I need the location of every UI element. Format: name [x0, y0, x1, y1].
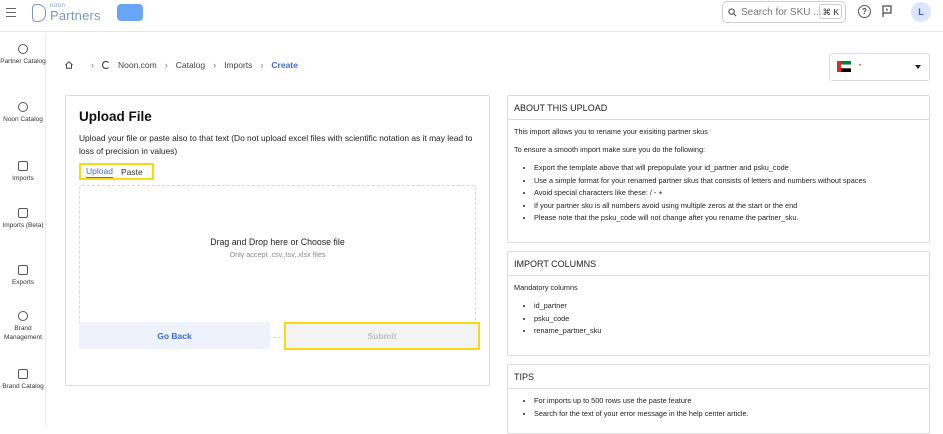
import-columns-card: IMPORT COLUMNS Mandatory columns id_part… [507, 251, 930, 356]
help-icon[interactable]: ? [858, 5, 871, 18]
sidebar-item-label: Brand Management [4, 325, 42, 341]
environment-chip[interactable] [117, 4, 143, 21]
list-item: rename_partner_sku [534, 326, 923, 335]
search-box[interactable]: ⌘ K [722, 1, 846, 23]
upload-tabs: Upload Paste [79, 163, 154, 180]
feedback-flag-icon[interactable] [881, 5, 893, 18]
tab-upload[interactable]: Upload [86, 166, 113, 178]
sidebar-item-label: Partner Catalog [0, 58, 46, 65]
sidebar-item-label: Imports [12, 175, 34, 182]
breadcrumb-item[interactable]: Imports [224, 60, 252, 70]
list-item: psku_code [534, 314, 923, 323]
logo-mark-icon [32, 3, 46, 22]
columns-title: IMPORT COLUMNS [508, 252, 929, 276]
logo[interactable]: noon Partners [32, 3, 101, 22]
tips-list: For imports up to 500 rows use the paste… [534, 396, 923, 418]
sidebar-item-label: Exports [11, 279, 35, 286]
about-upload-card: ABOUT THIS UPLOAD This import allows you… [507, 95, 930, 243]
sidebar: Partner Catalog Noon Catalog Imports Imp… [0, 33, 46, 427]
breadcrumb-item[interactable]: Noon.com [118, 60, 157, 70]
file-dropzone[interactable]: Drag and Drop here or Choose file Only a… [79, 185, 476, 338]
avatar[interactable]: L [911, 2, 931, 22]
list-item: Export the template above that will prep… [534, 163, 923, 172]
sidebar-item-brand-catalog[interactable]: Brand Catalog [0, 369, 46, 392]
shortcut-hint: ⌘ K [819, 4, 842, 19]
chevron-right-icon: › [213, 60, 217, 70]
page-title: Upload File [79, 109, 152, 124]
chevron-right-icon: › [164, 60, 168, 70]
tab-paste[interactable]: Paste [121, 167, 143, 177]
about-intro: This import allows you to rename your ex… [514, 127, 708, 136]
chevron-right-icon: › [260, 60, 264, 70]
search-icon [728, 7, 737, 16]
dropzone-text: Drag and Drop here or Choose file [210, 237, 345, 247]
brand-management-icon [18, 311, 28, 321]
menu-icon[interactable] [6, 8, 16, 18]
about-list: Export the template above that will prep… [534, 163, 923, 222]
breadcrumb-item[interactable]: Catalog [176, 60, 205, 70]
sidebar-item-imports[interactable]: Imports [0, 161, 46, 184]
list-item: Avoid special characters like these: / -… [534, 188, 923, 197]
exports-icon [18, 265, 28, 275]
sidebar-item-label: Imports (Beta) [2, 222, 44, 229]
imports-icon [18, 161, 28, 171]
logo-big-text: Partners [50, 8, 101, 23]
sidebar-item-noon-catalog[interactable]: Noon Catalog [0, 102, 46, 125]
loading-icon [102, 61, 110, 69]
catalog-icon [18, 44, 28, 54]
list-item: Please note that the psku_code will not … [534, 213, 923, 222]
upload-description: Upload your file or paste also to that t… [79, 133, 473, 156]
caret-down-icon [915, 65, 921, 69]
noon-catalog-icon [18, 102, 28, 112]
columns-lead: Mandatory columns [514, 283, 578, 292]
sidebar-item-label: Brand Catalog [2, 383, 44, 390]
sidebar-item-imports-beta[interactable]: Imports (Beta) [0, 208, 46, 231]
breadcrumb-item-current: Create [271, 60, 298, 70]
brand-catalog-icon [18, 369, 28, 379]
columns-list: id_partner psku_code rename_partner_sku [534, 301, 923, 335]
upload-file-card: Upload File Upload your file or paste al… [65, 95, 490, 386]
top-bar: noon Partners ⌘ K ? L [0, 0, 943, 32]
sidebar-item-label: Noon Catalog [3, 116, 43, 123]
breadcrumb: › Noon.com › Catalog › Imports › Create [65, 60, 298, 70]
imports-beta-icon [18, 208, 28, 218]
submit-button[interactable]: Submit [284, 322, 480, 350]
list-item: Use a simple format for your renamed par… [534, 176, 923, 185]
list-item: If your partner sku is all numbers avoid… [534, 201, 923, 210]
uae-flag-icon [837, 61, 851, 72]
dropzone-subtext: Only accept .csv,.tsv,.xlsx files [229, 250, 326, 259]
search-input[interactable] [741, 6, 821, 18]
about-lead: To ensure a smooth import make sure you … [514, 145, 706, 154]
go-back-button[interactable]: Go Back [79, 322, 270, 349]
about-title: ABOUT THIS UPLOAD [508, 96, 929, 120]
home-icon[interactable] [65, 61, 73, 69]
tips-card: TIPS For imports up to 500 rows use the … [507, 364, 930, 434]
sidebar-item-exports[interactable]: Exports [0, 265, 46, 288]
list-item: Search for the text of your error messag… [534, 409, 923, 418]
list-item: id_partner [534, 301, 923, 310]
sidebar-item-partner-catalog[interactable]: Partner Catalog [0, 44, 46, 67]
country-select[interactable]: • [829, 53, 930, 81]
sidebar-item-brand-management[interactable]: Brand Management [0, 311, 46, 342]
list-item: For imports up to 500 rows use the paste… [534, 396, 923, 405]
tips-title: TIPS [508, 365, 929, 389]
status-dot-icon: • [859, 63, 862, 69]
chevron-right-icon: › [91, 60, 94, 70]
